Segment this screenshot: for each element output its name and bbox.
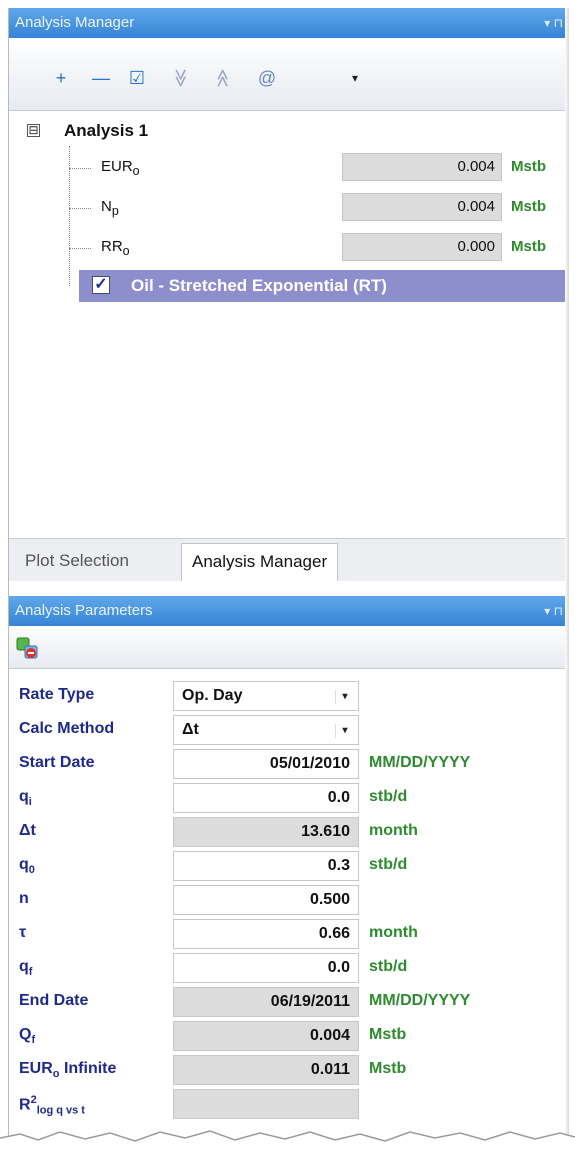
end-date-label: End Date	[19, 992, 89, 1009]
at-icon[interactable]: @	[257, 68, 277, 88]
qf-unit: stb/d	[369, 958, 408, 975]
q0-unit: stb/d	[369, 856, 408, 873]
dt-field: 13.610	[173, 817, 359, 847]
tau-label: τ	[19, 924, 27, 941]
q0-field[interactable]: 0.3	[173, 851, 359, 881]
eur-infinite-field: 0.011	[173, 1055, 359, 1085]
tree-connector	[69, 248, 91, 249]
param-row-qf: qf 0.0 stb/d	[9, 950, 569, 984]
tau-field[interactable]: 0.66	[173, 919, 359, 949]
Qf-label: Qf	[19, 1026, 36, 1047]
qi-field[interactable]: 0.0	[173, 783, 359, 813]
np-unit: Mstb	[511, 198, 546, 215]
tree-connector	[69, 168, 91, 169]
np-label: Np	[101, 198, 119, 218]
collapse-all-icon[interactable]: ≫	[171, 68, 191, 88]
param-row-calc-method: Calc Method Δt ▾	[9, 712, 569, 746]
param-row-start-date: Start Date 05/01/2010 MM/DD/YYYY	[9, 746, 569, 780]
eur-unit: Mstb	[511, 158, 546, 175]
Qf-field: 0.004	[173, 1021, 359, 1051]
param-row-eur-infinite: EURo Infinite 0.011 Mstb	[9, 1052, 569, 1086]
n-label: n	[19, 890, 29, 907]
param-row-n: n 0.500	[9, 882, 569, 916]
tree-row-np[interactable]: Np 0.004 Mstb	[9, 190, 569, 222]
start-date-label: Start Date	[19, 754, 95, 771]
calc-method-select[interactable]: Δt ▾	[173, 715, 359, 745]
param-row-Qf: Qf 0.004 Mstb	[9, 1018, 569, 1052]
q0-label: q0	[19, 856, 35, 877]
panel-tabs: Plot Selection Analysis Manager	[9, 538, 569, 581]
end-date-field: 06/19/2011	[173, 987, 359, 1017]
eur-infinite-unit: Mstb	[369, 1060, 407, 1077]
qf-label: qf	[19, 958, 33, 979]
toolbar-dropdown-icon[interactable]: ▾	[345, 68, 365, 88]
expand-all-icon[interactable]: ≪	[213, 68, 233, 88]
collapse-icon[interactable]: ⊟	[27, 124, 40, 137]
tree-row-eur[interactable]: EURo 0.004 Mstb	[9, 150, 569, 182]
calc-method-label: Calc Method	[19, 720, 115, 737]
rate-type-select[interactable]: Op. Day ▾	[173, 681, 359, 711]
toggle-parameters-icon[interactable]	[15, 636, 39, 660]
torn-edge	[0, 1130, 575, 1161]
dt-label: Δt	[19, 822, 36, 839]
panel-title: Analysis Parameters	[15, 602, 153, 619]
analysis-parameters-titlebar: Analysis Parameters ▾ ⊓	[9, 596, 569, 626]
add-icon[interactable]: +	[51, 68, 71, 88]
app-frame: Analysis Manager ▾ ⊓ + — ☑ ≫ ≪ @ ▾ ⊟ Ana…	[8, 8, 569, 1148]
model-label: Oil - Stretched Exponential (RT)	[131, 276, 387, 295]
rr-label: RRo	[101, 238, 130, 258]
eur-value: 0.004	[342, 153, 502, 181]
param-row-q0: q0 0.3 stb/d	[9, 848, 569, 882]
panel-title: Analysis Manager	[15, 14, 135, 31]
param-row-r2: R2log q vs t	[9, 1086, 569, 1120]
tree-row-rr[interactable]: RRo 0.000 Mstb	[9, 230, 569, 262]
model-checkbox[interactable]: ✓	[92, 276, 110, 294]
chevron-down-icon[interactable]: ▾	[335, 690, 354, 704]
np-value: 0.004	[342, 193, 502, 221]
qi-unit: stb/d	[369, 788, 408, 805]
r2-field	[173, 1089, 359, 1119]
param-row-end-date: End Date 06/19/2011 MM/DD/YYYY	[9, 984, 569, 1018]
check-all-icon[interactable]: ☑	[127, 68, 147, 88]
param-row-qi: qi 0.0 stb/d	[9, 780, 569, 814]
analysis-manager-titlebar: Analysis Manager ▾ ⊓	[9, 8, 569, 38]
edge-shadow	[565, 8, 569, 1148]
start-date-field[interactable]: 05/01/2010	[173, 749, 359, 779]
eur-label: EURo	[101, 158, 140, 178]
param-row-dt: Δt 13.610 month	[9, 814, 569, 848]
rate-type-label: Rate Type	[19, 686, 95, 703]
eur-infinite-label: EURo Infinite	[19, 1060, 117, 1081]
tab-plot-selection[interactable]: Plot Selection	[15, 543, 139, 581]
qi-label: qi	[19, 788, 32, 809]
end-date-unit: MM/DD/YYYY	[369, 992, 471, 1009]
tau-unit: month	[369, 924, 418, 941]
pin-icon[interactable]: ▾ ⊓	[544, 596, 563, 626]
rr-unit: Mstb	[511, 238, 546, 255]
rr-value: 0.000	[342, 233, 502, 261]
tree-node-analysis[interactable]: ⊟ Analysis 1	[9, 112, 569, 144]
tree-connector	[69, 208, 91, 209]
dt-unit: month	[369, 822, 418, 839]
start-date-unit: MM/DD/YYYY	[369, 754, 471, 771]
remove-icon[interactable]: —	[91, 68, 111, 88]
param-row-tau: τ 0.66 month	[9, 916, 569, 950]
r2-label: R2log q vs t	[19, 1094, 85, 1117]
parameters-toolbar	[9, 630, 569, 669]
analysis-toolbar: + — ☑ ≫ ≪ @ ▾	[9, 48, 569, 111]
pin-icon[interactable]: ▾ ⊓	[544, 8, 563, 38]
Qf-unit: Mstb	[369, 1026, 407, 1043]
analysis-title: Analysis 1	[64, 121, 149, 140]
chevron-down-icon[interactable]: ▾	[335, 724, 354, 738]
qf-field[interactable]: 0.0	[173, 953, 359, 983]
tree-row-selected-model[interactable]: ✓ Oil - Stretched Exponential (RT)	[79, 270, 569, 302]
n-field[interactable]: 0.500	[173, 885, 359, 915]
param-row-rate-type: Rate Type Op. Day ▾	[9, 678, 569, 712]
tab-analysis-manager[interactable]: Analysis Manager	[181, 543, 339, 581]
